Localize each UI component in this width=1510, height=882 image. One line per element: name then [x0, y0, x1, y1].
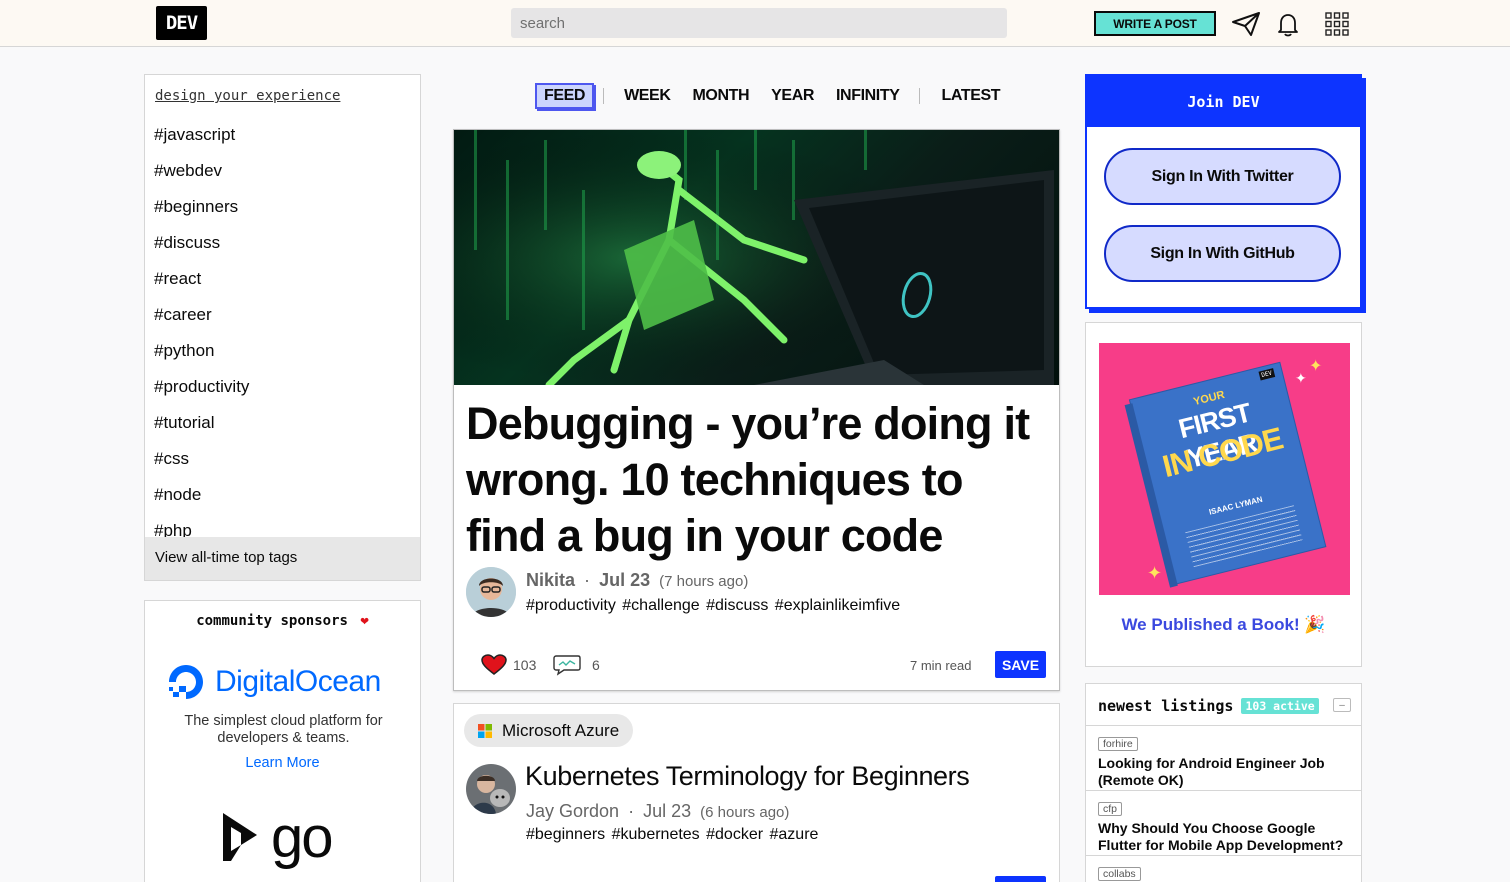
collapse-button[interactable]: –: [1333, 698, 1351, 712]
article-card[interactable]: Microsoft Azure Kubernetes Terminology f…: [453, 703, 1060, 882]
listing-category[interactable]: cfp: [1098, 802, 1123, 816]
digitalocean-name: DigitalOcean: [215, 665, 381, 698]
listings-card: newest listings 103 active – forhire Loo…: [1085, 683, 1362, 882]
dev-logo[interactable]: DEV: [156, 6, 207, 40]
sponsors-title-text: community sponsors: [196, 613, 348, 629]
tag-item[interactable]: #css: [154, 448, 409, 484]
tab-latest[interactable]: LATEST: [941, 87, 1000, 105]
tab-year[interactable]: YEAR: [771, 87, 814, 105]
apps-grid-icon[interactable]: [1322, 10, 1352, 38]
digitalocean-learn-more-link[interactable]: Learn More: [145, 755, 420, 771]
paper-plane-icon[interactable]: [1231, 10, 1261, 38]
tag-item[interactable]: #python: [154, 340, 409, 376]
article-cover-image[interactable]: [454, 130, 1059, 385]
book-promo-card: ✦ ✦ ✦ DEV YOUR FIRST YEAR IN CODE ISAAC …: [1085, 322, 1362, 667]
play-icon: [223, 813, 257, 861]
featured-article-card[interactable]: Debugging - you’re doing it wrong. 10 te…: [453, 129, 1060, 691]
author-name[interactable]: Nikita: [526, 570, 575, 590]
comment-icon: [553, 655, 581, 676]
microsoft-icon: [478, 723, 492, 738]
tab-infinity[interactable]: INFINITY: [836, 87, 900, 105]
nav-divider: [919, 88, 921, 104]
listings-header: newest listings 103 active: [1098, 697, 1319, 715]
article-time-ago: (6 hours ago): [700, 804, 790, 821]
sponsors-title: community sponsors ❤: [145, 613, 420, 629]
listing-item[interactable]: collabs: [1086, 855, 1361, 882]
tag-item[interactable]: #php: [154, 520, 409, 538]
digitalocean-icon: [169, 665, 203, 699]
tag-item[interactable]: #webdev: [154, 160, 409, 196]
listing-item[interactable]: cfp Why Should You Choose Google Flutter…: [1086, 790, 1361, 855]
listing-category[interactable]: forhire: [1098, 737, 1138, 751]
article-title[interactable]: Kubernetes Terminology for Beginners: [525, 761, 970, 792]
sponsors-card: community sponsors ❤ DigitalOcean The si…: [144, 600, 421, 882]
comments-count[interactable]: 6: [552, 654, 600, 676]
author-line: Jay Gordon · Jul 23 (6 hours ago): [526, 801, 789, 822]
article-tags[interactable]: #productivity #challenge #discuss #expla…: [526, 597, 900, 615]
tag-item[interactable]: #javascript: [154, 124, 409, 160]
tag-item[interactable]: #node: [154, 484, 409, 520]
organization-name: Microsoft Azure: [502, 720, 620, 740]
join-card: Join DEV Sign In With Twitter Sign In Wi…: [1085, 74, 1362, 309]
article-date[interactable]: Jul 23: [599, 570, 650, 590]
read-time: 7 min read: [910, 658, 972, 673]
view-all-tags-button[interactable]: View all-time top tags: [145, 537, 420, 580]
tag-item[interactable]: #productivity: [154, 376, 409, 412]
digitalocean-description: The simplest cloud platform for develope…: [184, 713, 383, 746]
sign-in-twitter-button[interactable]: Sign In With Twitter: [1104, 148, 1341, 205]
book-published-link[interactable]: We Published a Book! 🎉: [1086, 615, 1361, 635]
tag-item[interactable]: #career: [154, 304, 409, 340]
listing-item[interactable]: forhire Looking for Android Engineer Job…: [1086, 725, 1361, 790]
bell-icon[interactable]: [1273, 10, 1303, 38]
search-input[interactable]: [511, 8, 1007, 38]
active-count-badge: 103 active: [1241, 698, 1319, 714]
tab-week[interactable]: WEEK: [624, 87, 671, 105]
feed-nav: FEED WEEK MONTH YEAR INFINITY LATEST: [535, 82, 1001, 110]
heart-icon: ❤: [360, 613, 369, 629]
tag-item[interactable]: #react: [154, 268, 409, 304]
organization-badge[interactable]: Microsoft Azure: [464, 714, 634, 747]
top-bar: DEV WRITE A POST: [0, 0, 1510, 47]
design-experience-link[interactable]: design your experience: [155, 88, 340, 104]
tag-item[interactable]: #discuss: [154, 232, 409, 268]
article-time-ago: (7 hours ago): [659, 573, 749, 590]
listing-category[interactable]: collabs: [1098, 867, 1141, 881]
tab-month[interactable]: MONTH: [692, 87, 749, 105]
save-button[interactable]: SAVE: [995, 651, 1046, 678]
tab-feed[interactable]: FEED: [535, 83, 595, 109]
heart-icon: [481, 654, 507, 675]
author-name[interactable]: Jay Gordon: [526, 801, 619, 821]
dot-separator: ·: [584, 570, 591, 590]
author-avatar[interactable]: [466, 567, 516, 617]
article-date[interactable]: Jul 23: [643, 801, 691, 821]
listing-title[interactable]: Why Should You Choose Google Flutter for…: [1098, 820, 1349, 854]
author-avatar[interactable]: [466, 764, 516, 814]
listing-title[interactable]: Looking for Android Engineer Job (Remote…: [1098, 755, 1349, 789]
write-post-button[interactable]: WRITE A POST: [1094, 11, 1216, 36]
article-tags[interactable]: #beginners #kubernetes #docker #azure: [526, 826, 818, 844]
join-title: Join DEV: [1087, 76, 1360, 127]
tags-card: design your experience #javascript #webd…: [144, 74, 421, 581]
reactions-value: 103: [513, 657, 537, 673]
go-logo-text: go: [271, 805, 333, 870]
sign-in-github-button[interactable]: Sign In With GitHub: [1104, 225, 1341, 282]
nav-divider: [603, 88, 605, 104]
book-cover-image[interactable]: ✦ ✦ ✦ DEV YOUR FIRST YEAR IN CODE ISAAC …: [1099, 343, 1350, 595]
listings-title[interactable]: newest listings: [1098, 697, 1233, 715]
tag-item[interactable]: #tutorial: [154, 412, 409, 448]
comments-value: 6: [592, 657, 600, 673]
reactions-count[interactable]: 103: [480, 654, 536, 676]
go-sponsor-logo[interactable]: go: [217, 805, 333, 870]
tag-item[interactable]: #beginners: [154, 196, 409, 232]
digitalocean-logo[interactable]: DigitalOcean: [165, 661, 381, 703]
article-title[interactable]: Debugging - you’re doing it wrong. 10 te…: [466, 396, 1051, 564]
save-button[interactable]: SAVE: [995, 876, 1046, 882]
dot-separator: ·: [628, 801, 635, 821]
author-line: Nikita · Jul 23 (7 hours ago): [526, 570, 748, 591]
tag-list: #javascript #webdev #beginners #discuss …: [154, 124, 409, 538]
